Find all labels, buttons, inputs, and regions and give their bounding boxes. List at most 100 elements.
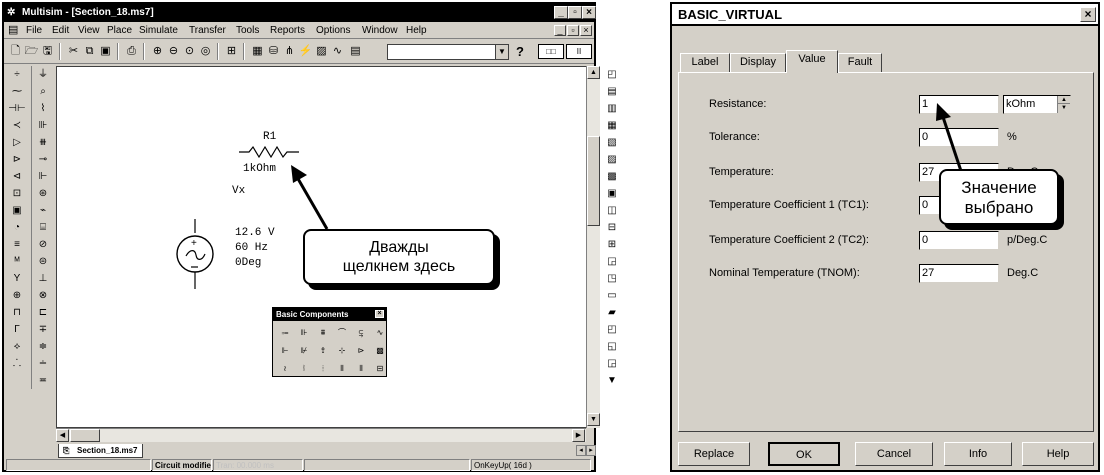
open-icon[interactable]: 🗁 [24,44,39,59]
scroll-down-icon[interactable]: ▼ [587,413,600,426]
tc2-input[interactable]: 0 [919,231,999,250]
probe-icon[interactable]: ⚡ [298,44,313,59]
spinner[interactable]: ▲ ▼ [1057,96,1070,113]
variable-capacitor-icon[interactable]: ⥉ [314,342,332,359]
word-generator-icon[interactable]: ▨ [601,151,623,168]
iv-analyzer-icon[interactable]: ◲ [601,253,623,270]
help-button[interactable]: ? [516,44,524,59]
inductor-icon[interactable]: ⌒ [333,324,351,341]
menu-simulate[interactable]: Simulate [139,22,178,39]
relay-icon[interactable]: ⊩ [32,168,54,185]
rf-icon[interactable]: Y [6,270,28,287]
schematic-canvas[interactable]: R1 1kOhm Vx + 12.6 V 60 Hz 0Deg Дважды щ… [56,66,590,428]
analysis-icon[interactable]: ∿ [330,44,345,59]
agilent-icon[interactable]: ◳ [601,270,623,287]
horizontal-scrollbar[interactable]: ◀ ▶ [56,428,586,442]
tab-value[interactable]: Value [786,50,838,73]
switch-icon[interactable]: ⊹ [333,342,351,359]
menu-transfer[interactable]: Transfer [189,22,226,39]
switch-icon[interactable]: ⊸ [32,151,54,168]
mdi-restore-icon[interactable]: ▫ [567,25,579,36]
tab-next-icon[interactable]: ▸ [586,445,596,456]
function-generator-icon[interactable]: ▤ [601,83,623,100]
help-button[interactable]: Help [1022,442,1094,466]
wattmeter-icon[interactable]: ▥ [601,100,623,117]
simulate-switch-icon[interactable]: □□ [538,44,564,59]
measurement-probe-icon[interactable]: ▰ [601,304,623,321]
close-icon[interactable]: × [1080,7,1096,22]
menu-reports[interactable]: Reports [270,22,305,39]
tapped-transformer-icon[interactable]: ⦙ [314,360,332,377]
nonlinear-transformer-icon[interactable]: ⦚ [295,360,313,377]
resistor-icon[interactable]: ⩴ [276,324,294,341]
misc-icon[interactable]: ≡ [6,236,28,253]
voltmeter-icon[interactable]: ⊜ [32,253,54,270]
socket-icon[interactable]: ⌸ [32,219,54,236]
menu-window[interactable]: Window [362,22,398,39]
save-icon[interactable]: 🖫 [40,44,55,59]
zoom-area-icon[interactable]: ⊙ [182,44,197,59]
resistor-icon[interactable]: ⁓ [6,83,28,100]
ground-icon[interactable]: ⏚ [32,66,54,83]
grid-icon[interactable]: ▦ [250,44,265,59]
capacitor-icon[interactable]: ⊩ [276,342,294,359]
scroll-right-icon[interactable]: ▶ [572,429,585,442]
zoom-fit-icon[interactable]: ◎ [198,44,213,59]
inductor-icon[interactable]: ⧻ [32,134,54,151]
menu-view[interactable]: View [78,22,100,39]
menu-place[interactable]: Place [107,22,132,39]
bus-icon[interactable]: ⸫ [6,355,28,372]
scroll-thumb[interactable] [587,136,600,226]
logic-analyzer-icon[interactable]: ▩ [601,168,623,185]
mdi-minimize-icon[interactable]: _ [554,25,566,36]
diode-icon[interactable]: ⊣⊢ [6,100,28,117]
menu-help[interactable]: Help [406,22,427,39]
magnifier-icon[interactable]: ⌕ [32,83,54,100]
digital-icon[interactable]: ⊡ [6,185,28,202]
electrolytic-icon[interactable]: ⊮ [295,342,313,359]
tab-fault[interactable]: Fault [838,53,882,72]
minimize-icon[interactable]: _ [554,6,568,19]
logic-converter-icon[interactable]: ▣ [601,185,623,202]
menu-edit[interactable]: Edit [52,22,69,39]
cmos-icon[interactable]: ⊲ [6,168,28,185]
multimeter-icon[interactable]: ◰ [601,66,623,83]
comment-icon[interactable]: ▼ [601,372,623,389]
oscilloscope-icon[interactable]: ▦ [601,117,623,134]
maximize-icon[interactable]: ▫ [568,6,582,19]
tnom-input[interactable]: 27 [919,264,999,283]
tab-prev-icon[interactable]: ◂ [576,445,586,456]
document-icon[interactable]: ▤ [8,22,18,39]
transformer-icon[interactable]: ≀ [276,360,294,377]
bode-plotter-icon[interactable]: ▧ [601,134,623,151]
chevron-down-icon[interactable]: ▼ [495,45,508,59]
indicator-icon[interactable]: ◔ [6,219,28,236]
scroll-thumb[interactable] [70,429,100,442]
replace-button[interactable]: Replace [678,442,750,466]
menu-tools[interactable]: Tools [236,22,259,39]
crystal-icon[interactable]: ⊘ [32,236,54,253]
document-tab[interactable]: ⎘ Section_18.ms7 [58,444,143,458]
current-probe-icon[interactable]: ◱ [601,338,623,355]
new-icon[interactable]: 🗋 [8,44,23,59]
scroll-left-icon[interactable]: ◀ [56,429,69,442]
mdi-close-icon[interactable]: × [580,25,592,36]
tab-label[interactable]: Label [680,53,730,72]
transistor-icon[interactable]: ≺ [6,117,28,134]
potentiometer-icon[interactable]: ⩩ [314,324,332,341]
power-source-icon[interactable]: ÷ [6,66,28,83]
print-icon[interactable]: ⎙ [124,44,139,59]
grapher-icon[interactable]: ▨ [314,44,329,59]
tab-display[interactable]: Display [730,53,786,72]
controls-icon[interactable]: ᴹ [6,253,28,270]
analog-icon[interactable]: ▷ [6,134,28,151]
electromechanical-icon[interactable]: ⊕ [6,287,28,304]
potentiometer-icon[interactable]: ⌁ [32,202,54,219]
rpack-icon[interactable]: ⊪ [295,324,313,341]
network-analyzer-icon[interactable]: ⊞ [601,236,623,253]
frequency-counter-icon[interactable]: ▭ [601,287,623,304]
variable-inductor-icon[interactable]: ⥹ [352,324,370,341]
dc-source-icon[interactable]: ∓ [32,321,54,338]
capacitor-icon[interactable]: ⊪ [32,117,54,134]
ammeter-icon[interactable]: ⊥ [32,270,54,287]
